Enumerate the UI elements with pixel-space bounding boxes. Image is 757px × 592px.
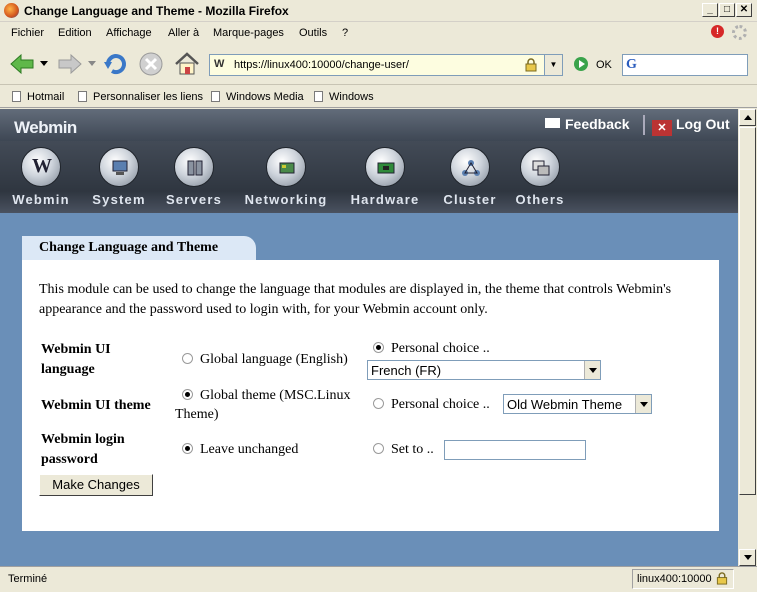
- global-language-option: Global language (English): [200, 352, 348, 367]
- bookmark-windows[interactable]: Windows: [314, 91, 374, 103]
- language-label: Webmin UI language: [41, 342, 111, 377]
- category-others[interactable]: Others: [510, 147, 570, 207]
- webmin-header: Webmin Feedback ✕ Log Out: [0, 109, 738, 141]
- set-password-option: Set to ..: [391, 442, 434, 457]
- page-icon: [78, 91, 87, 102]
- make-changes-button[interactable]: Make Changes: [39, 474, 153, 496]
- language-select-value: French (FR): [371, 363, 442, 378]
- back-history-dropdown-icon[interactable]: [40, 61, 48, 67]
- window-title: Change Language and Theme - Mozilla Fire…: [24, 4, 289, 18]
- personal-language-radio[interactable]: [373, 342, 384, 353]
- category-servers[interactable]: Servers: [158, 147, 230, 207]
- padlock-icon[interactable]: [525, 58, 537, 72]
- cluster-icon: [450, 147, 490, 187]
- url-text[interactable]: https://linux400:10000/change-user/: [234, 59, 409, 71]
- menu-affichage[interactable]: Affichage: [106, 27, 152, 39]
- leave-unchanged-option: Leave unchanged: [200, 442, 299, 457]
- page-title-tab: Change Language and Theme: [22, 236, 256, 261]
- password-label: Webmin login password: [41, 432, 125, 467]
- theme-select[interactable]: Old Webmin Theme: [503, 394, 652, 414]
- throbber-icon: [732, 25, 747, 40]
- close-window-button[interactable]: ✕: [736, 3, 752, 17]
- notification-icon[interactable]: !: [711, 25, 724, 38]
- site-favicon: W: [214, 58, 225, 70]
- menu-help[interactable]: ?: [342, 27, 348, 39]
- logout-link[interactable]: ✕ Log Out: [652, 116, 730, 136]
- page-icon: [12, 91, 21, 102]
- secure-lock-icon[interactable]: [716, 572, 728, 585]
- page-viewport: Webmin Feedback ✕ Log Out W Webmin System…: [0, 109, 738, 566]
- navigation-toolbar: W https://linux400:10000/change-user/ ▼ …: [0, 45, 757, 85]
- page-icon: [314, 91, 323, 102]
- category-system[interactable]: System: [84, 147, 154, 207]
- page-title: Change Language and Theme: [39, 240, 219, 255]
- category-webmin[interactable]: W Webmin: [4, 147, 78, 207]
- language-select[interactable]: French (FR): [367, 360, 601, 380]
- windows-stack-icon: [520, 147, 560, 187]
- forward-history-dropdown-icon[interactable]: [88, 61, 96, 67]
- scroll-thumb[interactable]: [739, 127, 756, 495]
- menu-outils[interactable]: Outils: [299, 27, 327, 39]
- chevron-down-icon[interactable]: [635, 395, 651, 413]
- menu-bar: Fichier Edition Affichage Aller à Marque…: [0, 22, 757, 45]
- title-bar: Change Language and Theme - Mozilla Fire…: [0, 0, 757, 22]
- server-icon: [174, 147, 214, 187]
- content-panel: This module can be used to change the la…: [22, 260, 719, 531]
- category-networking[interactable]: Networking: [237, 147, 335, 207]
- logout-icon: ✕: [652, 120, 672, 136]
- reload-icon[interactable]: [102, 50, 130, 78]
- go-button-label[interactable]: OK: [596, 59, 612, 71]
- scroll-down-button[interactable]: [739, 549, 756, 566]
- envelope-icon: [545, 118, 560, 128]
- status-text: Terminé: [8, 573, 48, 585]
- circuit-board-icon: [365, 147, 405, 187]
- bookmark-personnaliser[interactable]: Personnaliser les liens: [78, 91, 203, 103]
- maximize-button[interactable]: □: [719, 3, 735, 17]
- intro-text: This module can be used to change the la…: [39, 282, 672, 317]
- bookmark-windows-media[interactable]: Windows Media: [211, 91, 304, 103]
- search-box[interactable]: G: [622, 54, 748, 76]
- vertical-scrollbar[interactable]: [738, 109, 757, 566]
- home-icon[interactable]: [173, 50, 201, 78]
- stop-icon[interactable]: [137, 50, 165, 78]
- leave-unchanged-radio[interactable]: [182, 443, 193, 454]
- feedback-link[interactable]: Feedback: [545, 116, 630, 132]
- address-bar[interactable]: W https://linux400:10000/change-user/ ▼: [209, 54, 563, 76]
- theme-select-value: Old Webmin Theme: [507, 397, 623, 412]
- category-hardware[interactable]: Hardware: [343, 147, 427, 207]
- bookmarks-toolbar: Hotmail Personnaliser les liens Windows …: [0, 86, 757, 108]
- category-bar: W Webmin System Servers Networking Hardw…: [0, 141, 738, 213]
- menu-edition[interactable]: Edition: [58, 27, 92, 39]
- status-bar: Terminé linux400:10000: [0, 566, 757, 592]
- global-language-radio[interactable]: [182, 353, 193, 364]
- personal-theme-option: Personal choice ..: [391, 397, 490, 412]
- password-input[interactable]: [444, 440, 586, 460]
- firefox-icon: [4, 3, 19, 18]
- url-history-dropdown[interactable]: ▼: [544, 55, 562, 75]
- network-card-icon: [266, 147, 306, 187]
- personal-theme-radio[interactable]: [373, 398, 384, 409]
- bookmark-hotmail[interactable]: Hotmail: [12, 91, 64, 103]
- go-icon[interactable]: [574, 57, 588, 71]
- menu-fichier[interactable]: Fichier: [11, 27, 44, 39]
- webmin-logo[interactable]: Webmin: [14, 118, 77, 138]
- personal-language-option: Personal choice ..: [391, 341, 490, 356]
- header-divider: [643, 115, 645, 135]
- scroll-up-button[interactable]: [739, 109, 756, 126]
- category-cluster[interactable]: Cluster: [437, 147, 503, 207]
- forward-arrow-icon[interactable]: [56, 50, 84, 78]
- menu-marque-pages[interactable]: Marque-pages: [213, 27, 284, 39]
- set-password-radio[interactable]: [373, 443, 384, 454]
- chevron-down-icon[interactable]: [584, 361, 600, 379]
- back-arrow-icon[interactable]: [8, 50, 36, 78]
- google-search-icon[interactable]: G: [626, 57, 637, 73]
- page-icon: [211, 91, 220, 102]
- computer-icon: [99, 147, 139, 187]
- theme-label: Webmin UI theme: [41, 398, 151, 413]
- minimize-button[interactable]: _: [702, 3, 718, 17]
- global-theme-option: Global theme (MSC.Linux Theme): [175, 388, 351, 422]
- menu-aller-a[interactable]: Aller à: [168, 27, 199, 39]
- webmin-category-icon: W: [21, 147, 61, 187]
